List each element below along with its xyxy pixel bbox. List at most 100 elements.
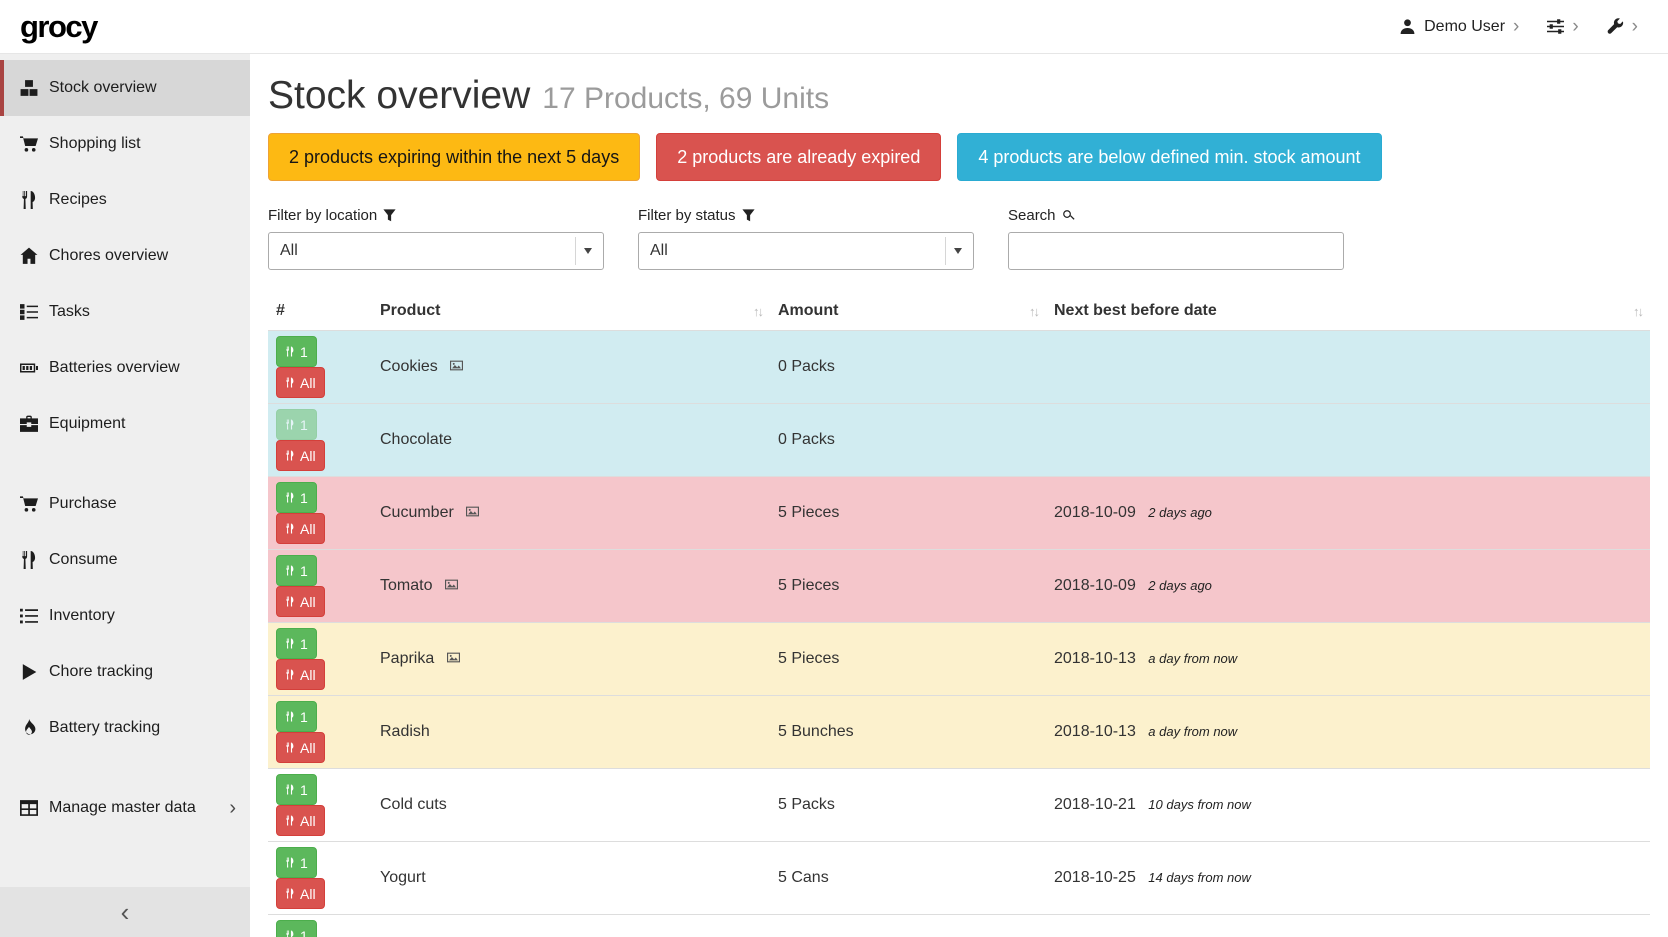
sidebar-item-batteries-overview[interactable]: Batteries overview — [0, 340, 250, 396]
sidebar-item-chores-overview[interactable]: Chores overview — [0, 228, 250, 284]
consume-all-button[interactable]: All — [276, 367, 325, 398]
user-menu[interactable]: Demo User › — [1389, 17, 1529, 36]
best-before-note: a day from now — [1148, 724, 1237, 739]
date-cell: 2018-10-31 20 days from now — [1046, 915, 1650, 937]
table-row: 1 All Paprika 5 Pieces 2018-10-13 a day … — [268, 623, 1650, 696]
sidebar-item-inventory[interactable]: Inventory — [0, 588, 250, 644]
product-image-icon[interactable] — [446, 651, 461, 664]
consume-one-button[interactable]: 1 — [276, 628, 317, 659]
briefcase-icon — [19, 415, 39, 433]
best-before-date: 2018-10-21 — [1054, 796, 1136, 813]
best-before-date: 2018-10-09 — [1054, 577, 1136, 594]
sidebar-item-label: Consume — [49, 551, 117, 569]
consume-all-button[interactable]: All — [276, 586, 325, 617]
product-cell: Radish — [372, 696, 770, 769]
utensils-icon — [285, 637, 295, 650]
boxes-icon — [19, 79, 39, 97]
consume-all-button[interactable]: All — [276, 440, 325, 471]
table-row: 1 All Radish 5 Bunches 2018-10-13 a day … — [268, 696, 1650, 769]
shopping-cart-icon — [19, 135, 39, 153]
sliders-icon — [1547, 18, 1564, 35]
product-name: Paprika — [380, 650, 434, 667]
actions-cell: 1 All — [268, 404, 372, 477]
utensils-icon — [285, 741, 295, 754]
sidebar-item-purchase[interactable]: Purchase — [0, 476, 250, 532]
sidebar-item-label: Stock overview — [49, 79, 157, 97]
sidebar-item-tasks[interactable]: Tasks — [0, 284, 250, 340]
sidebar-item-consume[interactable]: Consume — [0, 532, 250, 588]
sidebar-item-label: Chore tracking — [49, 663, 153, 681]
best-before-date: 2018-10-09 — [1054, 504, 1136, 521]
alert-danger-button[interactable]: 2 products are already expired — [656, 133, 941, 181]
sort-icon[interactable]: ↑↓ — [1029, 304, 1038, 319]
amount-cell: 5 Packs — [770, 769, 1046, 842]
amount-cell: 5 Cans — [770, 842, 1046, 915]
consume-all-button[interactable]: All — [276, 805, 325, 836]
amount-cell: 0 Packs — [770, 331, 1046, 404]
wrench-icon — [1607, 18, 1624, 35]
utensils-icon — [285, 856, 295, 869]
page-subtitle: 17 Products, 69 Units — [542, 82, 829, 116]
date-cell: 2018-10-21 10 days from now — [1046, 769, 1650, 842]
sidebar-item-manage-master-data[interactable]: Manage master data › — [0, 780, 250, 836]
alert-info-button[interactable]: 4 products are below defined min. stock … — [957, 133, 1381, 181]
consume-one-button[interactable]: 1 — [276, 701, 317, 732]
utensils-icon — [285, 418, 295, 431]
consume-one-button[interactable]: 1 — [276, 920, 317, 937]
sidebar-item-recipes[interactable]: Recipes — [0, 172, 250, 228]
column-header-product[interactable]: Product ↑↓ — [372, 292, 770, 331]
status-filter-group: Filter by status All — [638, 207, 974, 270]
dropdown-arrow-icon — [575, 237, 599, 265]
utensils-icon — [285, 783, 295, 796]
location-filter-group: Filter by location All — [268, 207, 604, 270]
product-image-icon[interactable] — [465, 505, 480, 518]
sidebar-item-label: Equipment — [49, 415, 126, 433]
consume-one-button[interactable]: 1 — [276, 774, 317, 805]
sidebar-collapse-button[interactable]: ‹ — [0, 887, 250, 937]
best-before-date: 2018-10-13 — [1054, 723, 1136, 740]
sidebar-item-battery-tracking[interactable]: Battery tracking — [0, 700, 250, 756]
alert-warning-button[interactable]: 2 products expiring within the next 5 da… — [268, 133, 640, 181]
consume-all-button[interactable]: All — [276, 513, 325, 544]
search-label: Search — [1008, 207, 1344, 224]
consume-one-button[interactable]: 1 — [276, 482, 317, 513]
best-before-note: 2 days ago — [1148, 578, 1212, 593]
sidebar-item-chore-tracking[interactable]: Chore tracking — [0, 644, 250, 700]
sort-icon[interactable]: ↑↓ — [753, 304, 762, 319]
product-cell: Tomato — [372, 550, 770, 623]
sort-icon[interactable]: ↑↓ — [1633, 304, 1642, 319]
product-image-icon[interactable] — [449, 359, 464, 372]
amount-cell: 5 Pieces — [770, 623, 1046, 696]
column-header-amount[interactable]: Amount ↑↓ — [770, 292, 1046, 331]
consume-one-button[interactable]: 1 — [276, 847, 317, 878]
consume-one-button[interactable]: 1 — [276, 336, 317, 367]
actions-cell: 1 All — [268, 696, 372, 769]
actions-cell: 1 All — [268, 915, 372, 937]
consume-all-button[interactable]: All — [276, 878, 325, 909]
product-cell: Cucumber — [372, 477, 770, 550]
date-cell: 2018-10-09 2 days ago — [1046, 477, 1650, 550]
product-image-icon[interactable] — [444, 578, 459, 591]
consume-one-button[interactable]: 1 — [276, 555, 317, 586]
consume-all-button[interactable]: All — [276, 732, 325, 763]
settings-menu[interactable]: › — [1537, 17, 1588, 36]
product-cell: Chocolate — [372, 404, 770, 477]
status-filter-select[interactable]: All — [638, 232, 974, 270]
column-header-best-before[interactable]: Next best before date ↑↓ — [1046, 292, 1650, 331]
sidebar-item-equipment[interactable]: Equipment — [0, 396, 250, 452]
consume-all-button[interactable]: All — [276, 659, 325, 690]
admin-menu[interactable]: › — [1597, 17, 1648, 36]
sidebar-item-shopping-list[interactable]: Shopping list — [0, 116, 250, 172]
product-cell: Cookies — [372, 331, 770, 404]
column-header-number: # — [268, 292, 372, 331]
location-filter-select[interactable]: All — [268, 232, 604, 270]
utensils-icon — [285, 595, 295, 608]
product-cell: Paprika — [372, 623, 770, 696]
search-input[interactable] — [1008, 232, 1344, 270]
dropdown-arrow-icon — [945, 237, 969, 265]
actions-cell: 1 All — [268, 623, 372, 696]
table-header-row: # Product ↑↓ Amount ↑↓ Next best before — [268, 292, 1650, 331]
utensils-icon — [285, 522, 295, 535]
sidebar-item-stock-overview[interactable]: Stock overview — [0, 60, 250, 116]
app-logo[interactable]: grocy — [20, 9, 97, 45]
